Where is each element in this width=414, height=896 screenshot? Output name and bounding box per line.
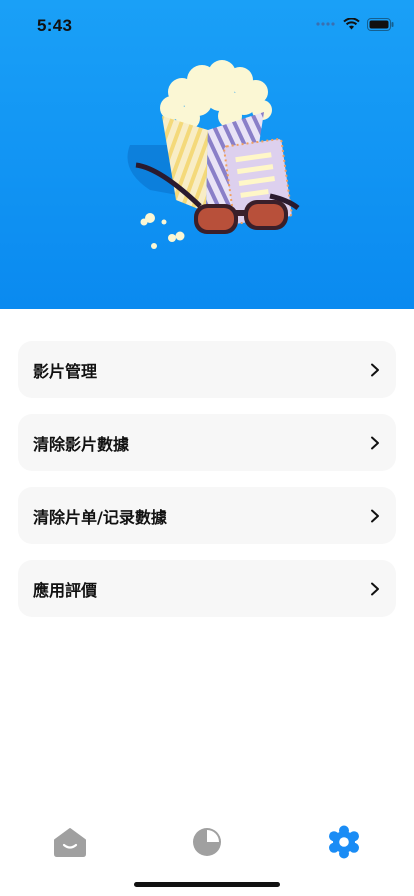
chevron-right-icon (371, 436, 379, 449)
battery-icon (367, 17, 394, 31)
chevron-right-icon (371, 582, 379, 595)
chevron-right-icon (371, 509, 379, 522)
menu-item-clear-list-data[interactable]: 清除片单/记录數據 (18, 487, 396, 544)
pie-chart-icon (193, 828, 221, 856)
gear-icon (329, 825, 359, 859)
menu-item-label: 應用評價 (33, 580, 98, 600)
status-icons (316, 17, 394, 31)
header-banner: 5:43 (0, 0, 414, 309)
popcorn-illustration (127, 60, 300, 249)
menu-item-video-management[interactable]: 影片管理 (18, 341, 396, 398)
menu-item-rate-app[interactable]: 應用評價 (18, 560, 396, 617)
tab-statistics[interactable] (187, 822, 227, 862)
menu-item-label: 影片管理 (33, 361, 98, 381)
signal-icon (316, 22, 335, 26)
status-bar: 5:43 (0, 0, 414, 50)
tab-bar (0, 810, 414, 870)
status-time: 5:43 (37, 16, 73, 35)
tab-home[interactable] (50, 822, 90, 862)
menu-item-clear-video-data[interactable]: 清除影片數據 (18, 414, 396, 471)
menu-item-label: 清除片单/记录數據 (33, 507, 167, 527)
home-indicator (134, 882, 280, 887)
chevron-right-icon (371, 363, 379, 376)
wifi-icon (343, 18, 360, 30)
menu-item-label: 清除影片數據 (33, 434, 130, 454)
home-icon (54, 828, 86, 857)
tab-settings[interactable] (324, 822, 364, 862)
